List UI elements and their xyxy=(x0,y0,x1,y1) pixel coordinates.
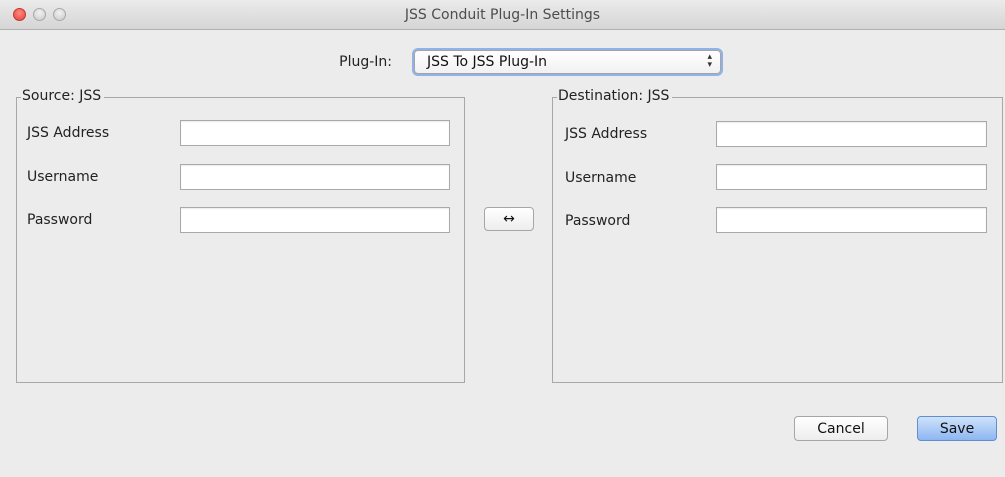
destination-password-label: Password xyxy=(565,213,631,229)
destination-password-input[interactable] xyxy=(716,207,987,233)
source-username-label: Username xyxy=(27,169,99,185)
source-password-label: Password xyxy=(27,212,93,228)
plugin-select[interactable]: JSS To JSS Plug-In ▴ ▾ xyxy=(414,50,721,74)
destination-username-input[interactable] xyxy=(716,164,987,190)
window-title: JSS Conduit Plug-In Settings xyxy=(404,7,601,23)
up-down-arrows-icon: ▴ ▾ xyxy=(707,52,712,70)
destination-username-label: Username xyxy=(565,170,637,186)
source-password-input[interactable] xyxy=(180,207,450,233)
destination-address-label: JSS Address xyxy=(565,126,648,142)
destination-group-title: Destination: JSS xyxy=(557,88,673,104)
swap-source-destination-button[interactable]: ↔ xyxy=(484,207,534,231)
source-username-input[interactable] xyxy=(180,164,450,190)
settings-window: JSS Conduit Plug-In Settings Plug-In: JS… xyxy=(0,0,1005,477)
plugin-label: Plug-In: xyxy=(339,54,392,70)
cancel-button[interactable]: Cancel xyxy=(794,416,888,441)
destination-address-input[interactable] xyxy=(716,121,987,147)
source-address-label: JSS Address xyxy=(27,125,110,141)
plugin-select-value: JSS To JSS Plug-In xyxy=(427,54,548,70)
title-bar[interactable]: JSS Conduit Plug-In Settings xyxy=(0,0,1005,30)
source-group-title: Source: JSS xyxy=(21,88,105,104)
source-address-input[interactable] xyxy=(180,120,450,146)
save-button[interactable]: Save xyxy=(917,416,997,441)
